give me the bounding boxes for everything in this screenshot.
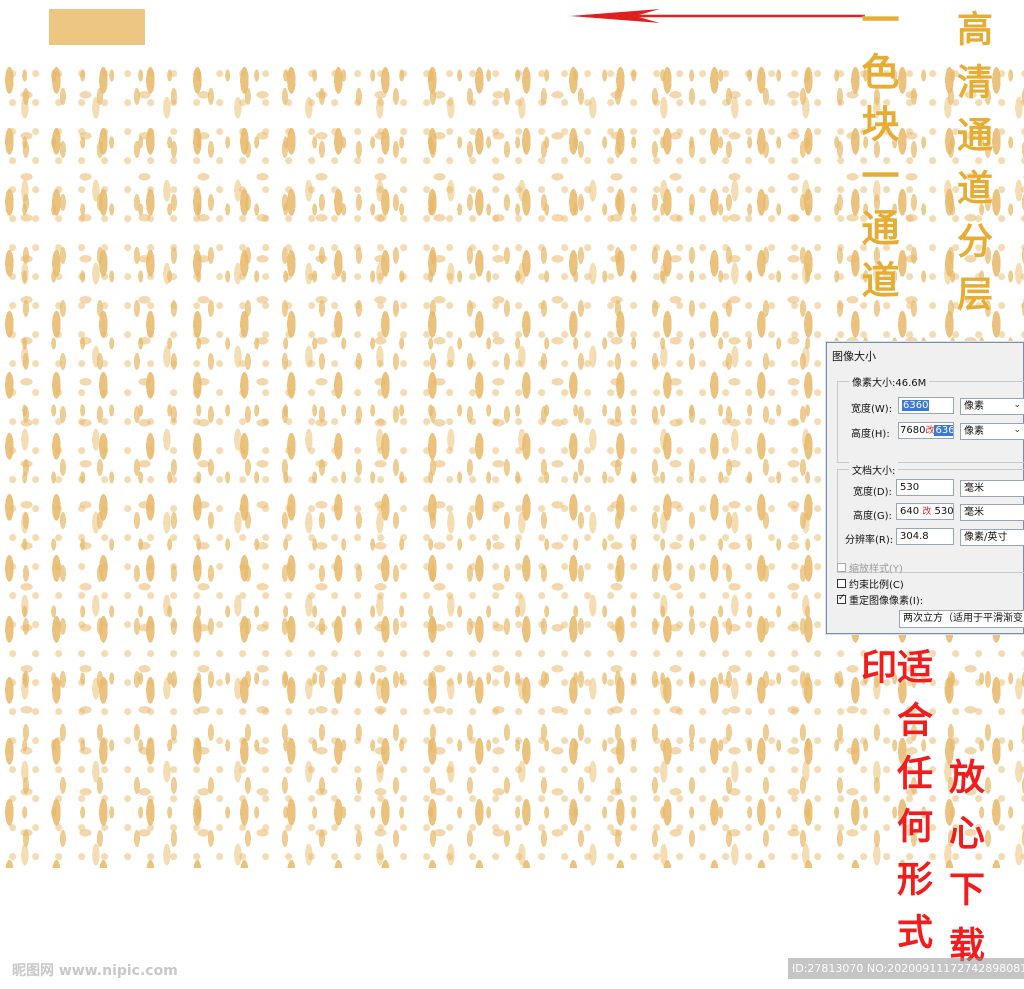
watermark-id: ID:27813070 NO:20200911172742898081 bbox=[788, 958, 1024, 979]
resample-method: 两次立方（适用于平滑渐变 bbox=[903, 613, 1023, 624]
scale-styles-checkbox[interactable]: 缩放样式(Y) bbox=[837, 560, 903, 575]
dialog-title: 图像大小 bbox=[832, 350, 876, 363]
pixel-height-input[interactable]: 7680改6360 bbox=[898, 422, 954, 439]
doc-height-value: 530 bbox=[934, 506, 954, 517]
checkbox-checked-icon bbox=[837, 593, 846, 604]
checkbox-icon bbox=[837, 563, 846, 572]
label-one-color-one-channel: 一色块一通道 bbox=[855, 0, 900, 312]
doc-width-value: 530 bbox=[900, 482, 920, 493]
pixel-height-unit-select[interactable]: 像素 ⌄ bbox=[960, 423, 1024, 440]
doc-width-unit: 毫米 bbox=[964, 483, 984, 494]
doc-height-old-value: 640 bbox=[900, 506, 920, 517]
pixel-height-old-value: 7680 bbox=[900, 425, 926, 436]
doc-width-unit-select[interactable]: 毫米 bbox=[960, 480, 1024, 497]
document-size-legend: 文档大小: bbox=[849, 462, 899, 477]
resample-label: 重定图像像素(I): bbox=[849, 596, 924, 607]
watermark-site: 昵图网 www.nipic.com bbox=[12, 963, 178, 979]
resample-checkbox[interactable]: 重定图像像素(I): bbox=[837, 592, 923, 607]
pixel-dimensions-legend: 像素大小:46.6M bbox=[849, 374, 930, 389]
pixel-width-label: 宽度(W): bbox=[851, 404, 893, 415]
doc-height-unit: 毫米 bbox=[964, 507, 984, 518]
resolution-input[interactable]: 304.8 bbox=[896, 528, 954, 545]
constrain-proportions-label: 约束比例(C) bbox=[849, 580, 904, 591]
pixel-width-value: 6360 bbox=[902, 400, 930, 411]
pixel-width-unit: 像素 bbox=[964, 401, 984, 412]
pixel-width-unit-select[interactable]: 像素 ⌄ bbox=[960, 398, 1024, 415]
checkbox-icon bbox=[837, 579, 846, 588]
doc-height-label: 高度(G): bbox=[853, 511, 892, 522]
doc-width-input[interactable]: 530 bbox=[896, 479, 954, 496]
resolution-value: 304.8 bbox=[900, 531, 929, 542]
label-suitable-for-print: 适合任何形式印 bbox=[855, 648, 933, 966]
resolution-label: 分辨率(R): bbox=[845, 535, 894, 546]
color-swatch bbox=[49, 9, 145, 45]
doc-width-label: 宽度(D): bbox=[853, 487, 892, 498]
resolution-unit-select[interactable]: 像素/英寸 bbox=[960, 529, 1024, 546]
image-size-dialog: 图像大小 像素大小:46.6M 宽度(W): 6360 像素 ⌄ 高度(H): … bbox=[826, 342, 1024, 634]
doc-height-input[interactable]: 640 改 530 bbox=[896, 503, 954, 520]
chevron-down-icon: ⌄ bbox=[1013, 400, 1021, 410]
pixel-width-input[interactable]: 6360 bbox=[898, 397, 954, 414]
resample-method-select[interactable]: 两次立方（适用于平滑渐变 bbox=[899, 610, 1024, 628]
doc-height-edit-mark: 改 bbox=[922, 507, 932, 517]
constrain-proportions-checkbox[interactable]: 约束比例(C) bbox=[837, 576, 904, 591]
red-arrow bbox=[570, 9, 865, 23]
doc-height-unit-select[interactable]: 毫米 bbox=[960, 504, 1024, 521]
scale-styles-label: 缩放样式(Y) bbox=[849, 564, 903, 575]
label-download-safely: 放心下载 bbox=[943, 758, 985, 982]
pixel-height-unit: 像素 bbox=[964, 426, 984, 437]
label-hd-channel-layers: 高清通道分层 bbox=[951, 10, 993, 328]
pixel-height-value: 6360 bbox=[934, 425, 953, 436]
chevron-down-icon: ⌄ bbox=[1013, 425, 1021, 435]
pixel-height-label: 高度(H): bbox=[851, 429, 890, 440]
resolution-unit: 像素/英寸 bbox=[964, 532, 1008, 543]
